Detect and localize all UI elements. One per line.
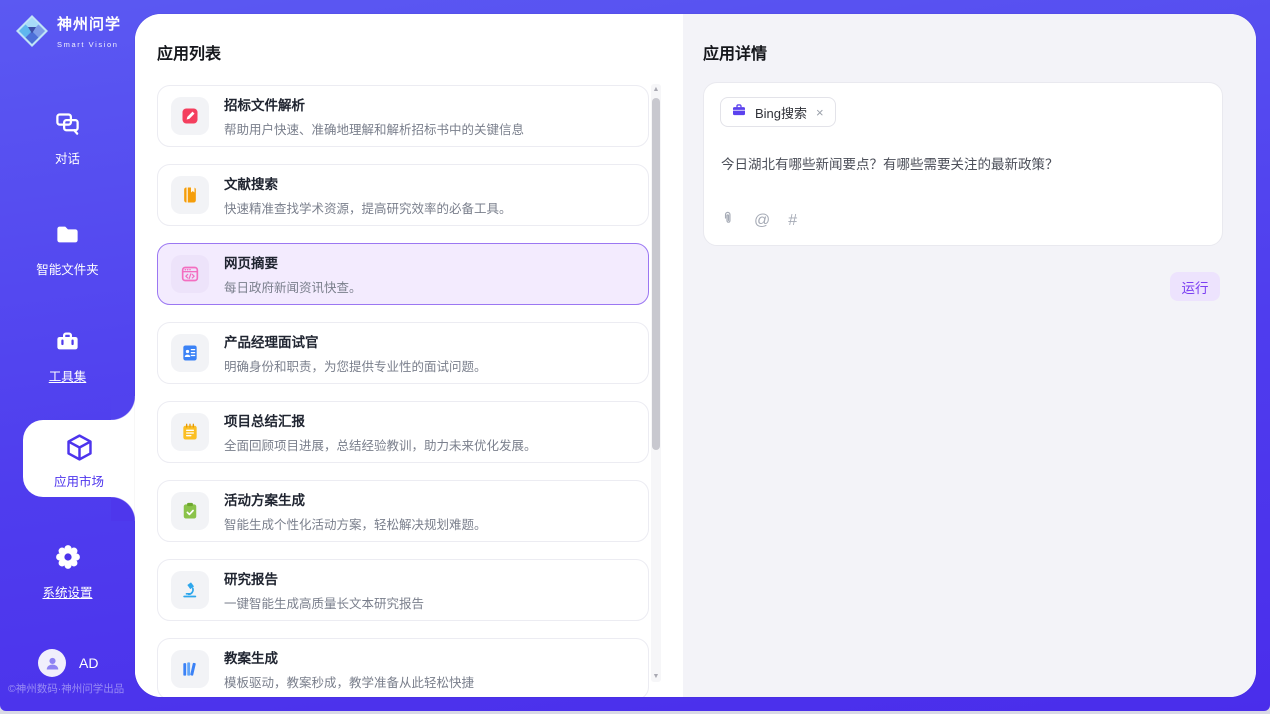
item-name: 研究报告 <box>224 568 424 588</box>
brand-logo: 神州问学 Smart Vision <box>14 13 135 54</box>
scroll-up-icon[interactable]: ▲ <box>651 86 661 93</box>
edit-square-icon <box>171 97 209 135</box>
list-item-pm-interviewer[interactable]: 产品经理面试官 明确身份和职责，为您提供专业性的面试问题。 <box>157 322 649 384</box>
scroll-down-icon[interactable]: ▼ <box>651 673 661 680</box>
toolbox-icon <box>54 328 81 360</box>
book-icon <box>171 176 209 214</box>
copyright-text: ©神州数码·神州问学出品 <box>8 681 124 696</box>
brand-subtitle: Smart Vision <box>57 40 119 49</box>
briefcase-icon <box>731 102 747 123</box>
close-icon[interactable]: × <box>815 105 825 120</box>
app-detail-title: 应用详情 <box>703 40 767 64</box>
clipboard-check-icon <box>171 492 209 530</box>
brand-name: 神州问学 <box>57 16 121 33</box>
browser-code-icon <box>171 255 209 293</box>
list-item-lesson-plan[interactable]: 教案生成 模板驱动，教案秒成，教学准备从此轻松快捷 <box>157 638 649 697</box>
app-list-panel: 应用列表 招标文件解析 帮助用户快速、准确地理解和解析招标书中的关键信息 <box>135 14 683 697</box>
item-name: 产品经理面试官 <box>224 331 487 351</box>
item-desc: 每日政府新闻资讯快查。 <box>224 277 362 296</box>
microscope-icon <box>171 571 209 609</box>
folder-icon <box>54 221 81 253</box>
sidebar-item-smart-folder[interactable]: 智能文件夹 <box>0 221 135 278</box>
tool-tag-label: Bing搜索 <box>755 103 807 122</box>
list-item-web-summary[interactable]: 网页摘要 每日政府新闻资讯快查。 <box>157 243 649 305</box>
item-name: 招标文件解析 <box>224 94 524 114</box>
item-name: 教案生成 <box>224 647 474 667</box>
sidebar-item-label: 智能文件夹 <box>0 259 135 278</box>
list-item-literature-search[interactable]: 文献搜索 快速精准查找学术资源，提高研究效率的必备工具。 <box>157 164 649 226</box>
item-desc: 一键智能生成高质量长文本研究报告 <box>224 593 424 612</box>
app-list-title: 应用列表 <box>157 40 221 64</box>
scrollbar-thumb[interactable] <box>652 98 660 450</box>
user-initials: AD <box>79 655 98 671</box>
item-desc: 明确身份和职责，为您提供专业性的面试问题。 <box>224 356 487 375</box>
item-desc: 帮助用户快速、准确地理解和解析招标书中的关键信息 <box>224 119 524 138</box>
sidebar-item-settings[interactable]: 系统设置 <box>0 543 135 601</box>
item-desc: 快速精准查找学术资源，提高研究效率的必备工具。 <box>224 198 512 217</box>
gear-icon <box>54 543 82 576</box>
sidebar-item-label: 对话 <box>0 148 135 167</box>
item-desc: 全面回顾项目进展，总结经验教训，助力未来优化发展。 <box>224 435 537 454</box>
interviewer-doc-icon <box>171 334 209 372</box>
run-button[interactable]: 运行 <box>1170 272 1220 301</box>
sidebar: 神州问学 Smart Vision 对话 智能文件夹 <box>0 0 135 711</box>
list-item-event-plan[interactable]: 活动方案生成 智能生成个性化活动方案，轻松解决规划难题。 <box>157 480 649 542</box>
composer-toolbar: @ # <box>720 209 797 232</box>
item-name: 网页摘要 <box>224 252 362 272</box>
item-name: 项目总结汇报 <box>224 410 537 430</box>
item-name: 活动方案生成 <box>224 489 487 509</box>
user-profile[interactable]: AD <box>38 649 98 677</box>
cube-icon <box>64 432 95 468</box>
hash-icon[interactable]: # <box>788 213 797 229</box>
list-scrollbar[interactable]: ▲ ▼ <box>651 84 661 682</box>
item-desc: 模板驱动，教案秒成，教学准备从此轻松快捷 <box>224 672 474 691</box>
sidebar-item-label: 工具集 <box>0 366 135 385</box>
sidebar-item-app-market[interactable]: 应用市场 <box>23 420 135 497</box>
memo-icon <box>171 413 209 451</box>
list-item-research-report[interactable]: 研究报告 一键智能生成高质量长文本研究报告 <box>157 559 649 621</box>
sidebar-item-toolset[interactable]: 工具集 <box>0 328 135 385</box>
prompt-text[interactable]: 今日湖北有哪些新闻要点？有哪些需要关注的最新政策？ <box>721 153 1206 173</box>
list-item-project-summary[interactable]: 项目总结汇报 全面回顾项目进展，总结经验教训，助力未来优化发展。 <box>157 401 649 463</box>
at-icon[interactable]: @ <box>754 213 770 229</box>
person-icon <box>44 655 61 672</box>
app-window: 神州问学 Smart Vision 对话 智能文件夹 <box>0 0 1270 714</box>
paperclip-icon[interactable] <box>720 209 736 232</box>
main-surface: 应用列表 招标文件解析 帮助用户快速、准确地理解和解析招标书中的关键信息 <box>135 14 1256 697</box>
sidebar-item-label: 系统设置 <box>0 582 135 601</box>
item-desc: 智能生成个性化活动方案，轻松解决规划难题。 <box>224 514 487 533</box>
avatar <box>38 649 66 677</box>
sidebar-item-chat[interactable]: 对话 <box>0 110 135 167</box>
list-item-bid-document-parsing[interactable]: 招标文件解析 帮助用户快速、准确地理解和解析招标书中的关键信息 <box>157 85 649 147</box>
diamond-gem-icon <box>14 13 50 54</box>
app-detail-panel: 应用详情 Bing搜索 × 今日湖北有哪些新闻要点？有哪些需要关注的最新政策？ <box>683 14 1256 697</box>
chat-icon <box>54 110 81 142</box>
tool-tag-bing-search[interactable]: Bing搜索 × <box>720 97 836 127</box>
books-icon <box>171 650 209 688</box>
sidebar-item-label: 应用市场 <box>23 471 135 490</box>
app-list: 招标文件解析 帮助用户快速、准确地理解和解析招标书中的关键信息 文献搜索 <box>157 85 649 697</box>
item-name: 文献搜索 <box>224 173 512 193</box>
prompt-card[interactable]: Bing搜索 × 今日湖北有哪些新闻要点？有哪些需要关注的最新政策？ @ # <box>703 82 1223 246</box>
